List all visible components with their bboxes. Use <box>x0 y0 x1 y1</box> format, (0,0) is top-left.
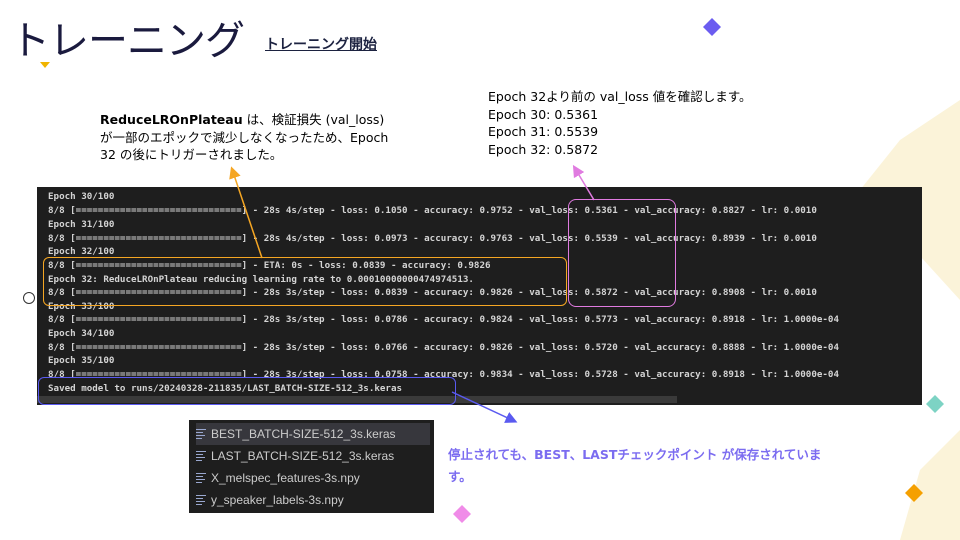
file-item[interactable]: LAST_BATCH-SIZE-512_3s.keras <box>196 445 430 467</box>
file-name: BEST_BATCH-SIZE-512_3s.keras <box>211 427 396 441</box>
file-item[interactable]: X_melspec_features-3s.npy <box>196 467 430 489</box>
file-item[interactable]: BEST_BATCH-SIZE-512_3s.keras <box>196 423 430 445</box>
file-lines-icon <box>196 472 206 484</box>
file-name: y_speaker_labels-3s.npy <box>211 493 344 507</box>
file-lines-icon <box>196 450 206 462</box>
file-name: LAST_BATCH-SIZE-512_3s.keras <box>211 449 395 463</box>
file-lines-icon <box>196 494 206 506</box>
pink-arrow <box>572 164 595 201</box>
file-name: X_melspec_features-3s.npy <box>211 471 360 485</box>
file-list: BEST_BATCH-SIZE-512_3s.keras LAST_BATCH-… <box>189 420 434 513</box>
file-item[interactable]: y_speaker_labels-3s.npy <box>196 489 430 511</box>
file-lines-icon <box>196 428 206 440</box>
blue-arrow <box>451 391 518 423</box>
checkpoint-note: 停止されても、BEST、LASTチェックポイント が保存されています。 <box>448 447 822 484</box>
orange-arrow <box>229 166 263 259</box>
